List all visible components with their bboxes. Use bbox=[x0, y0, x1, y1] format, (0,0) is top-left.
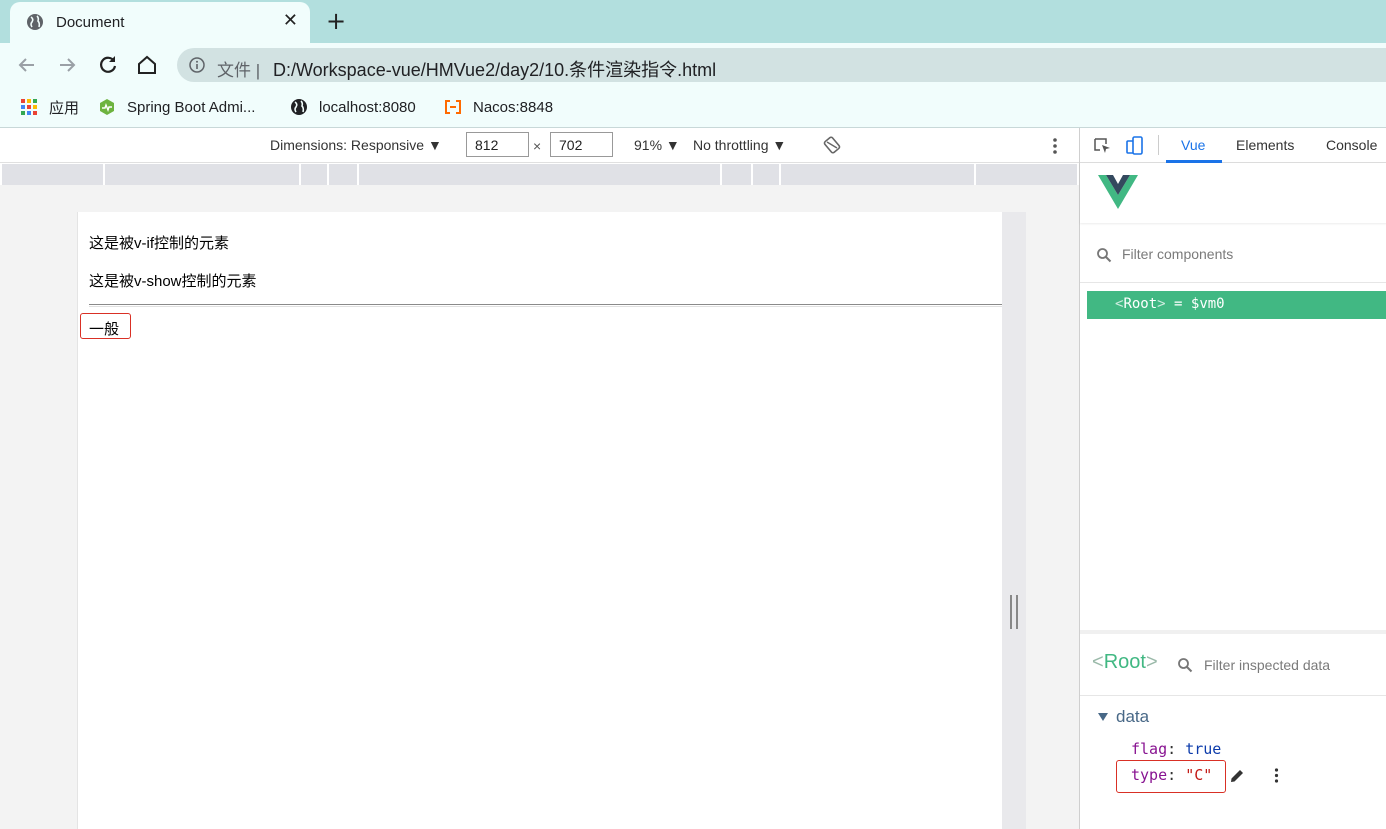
search-icon bbox=[1178, 658, 1193, 673]
home-icon[interactable] bbox=[135, 53, 159, 77]
prop-value[interactable]: true bbox=[1185, 740, 1221, 758]
nacos-icon bbox=[445, 100, 461, 114]
viewport-resize-handle[interactable] bbox=[1010, 595, 1018, 629]
root-component-name: Root bbox=[1123, 296, 1158, 312]
ruler-divider bbox=[720, 164, 722, 185]
new-tab-button[interactable]: + bbox=[326, 7, 346, 35]
filter-components-placeholder: Filter components bbox=[1122, 246, 1234, 262]
zoom-dropdown[interactable]: 91% ▼ bbox=[634, 137, 680, 153]
horizontal-rule bbox=[89, 304, 1003, 307]
highlight-box bbox=[1116, 760, 1226, 793]
vue-logo-icon bbox=[1098, 175, 1138, 209]
rotate-icon[interactable] bbox=[823, 136, 841, 154]
search-icon bbox=[1097, 248, 1112, 263]
throttling-dropdown[interactable]: No throttling ▼ bbox=[693, 137, 786, 153]
reload-icon[interactable] bbox=[96, 53, 120, 77]
collapse-arrow-icon[interactable] bbox=[1098, 713, 1108, 721]
ruler-divider bbox=[103, 164, 105, 185]
filter-data-input[interactable]: Filter inspected data bbox=[1204, 657, 1330, 673]
component-tree-root[interactable]: <Root> = $vm0 bbox=[1087, 291, 1386, 319]
tab-strip: Document ✕ + bbox=[0, 0, 1386, 43]
devtools-panel: Vue Elements Console Filter components <… bbox=[1079, 128, 1386, 829]
bookmark-nacos[interactable]: Nacos:8848 bbox=[444, 97, 553, 117]
type-result-text: 一般 bbox=[80, 313, 131, 339]
forward-icon[interactable] bbox=[55, 53, 79, 77]
ruler-divider bbox=[779, 164, 781, 185]
bookmark-label: 应用 bbox=[49, 99, 80, 117]
bookmark-label: Nacos:8848 bbox=[473, 98, 554, 116]
width-input[interactable]: 812 bbox=[466, 132, 529, 157]
bookmark-label: localhost:8080 bbox=[319, 98, 416, 116]
inspector-header: <Root> Filter inspected data bbox=[1080, 634, 1386, 696]
bookmark-apps[interactable]: 应用 bbox=[20, 97, 79, 117]
tab-console[interactable]: Console bbox=[1326, 137, 1377, 153]
back-icon[interactable] bbox=[15, 53, 39, 77]
root-vm-label: = $vm0 bbox=[1174, 296, 1225, 312]
media-query-ruler[interactable] bbox=[2, 164, 1077, 185]
url-text[interactable]: D:/Workspace-vue/HMVue2/day2/10.条件渲染指令.h… bbox=[273, 56, 716, 82]
dimensions-dropdown[interactable]: Dimensions: Responsive ▼ bbox=[270, 137, 442, 153]
ruler-divider bbox=[327, 164, 329, 185]
device-toggle-icon[interactable] bbox=[1125, 136, 1145, 156]
ruler-divider bbox=[299, 164, 301, 185]
v-show-text: 这是被v-show控制的元素 bbox=[89, 273, 257, 290]
tab-separator bbox=[1158, 135, 1159, 155]
viewport-resizer-track bbox=[1002, 212, 1026, 829]
v-if-text: 这是被v-if控制的元素 bbox=[89, 235, 229, 252]
info-icon[interactable] bbox=[189, 57, 205, 73]
url-scheme: 文件 | bbox=[217, 61, 261, 80]
times-sign: × bbox=[533, 138, 542, 154]
bookmark-label: Spring Boot Admi... bbox=[127, 98, 256, 116]
browser-tab[interactable]: Document ✕ bbox=[10, 2, 310, 43]
device-toolbar: Dimensions: Responsive ▼ 812 × 702 91% ▼… bbox=[0, 128, 1079, 163]
inspect-element-icon[interactable] bbox=[1092, 136, 1112, 156]
data-section-title[interactable]: data bbox=[1116, 707, 1149, 727]
devtools-tabbar: Vue Elements Console bbox=[1080, 128, 1386, 163]
address-bar[interactable]: 文件 | D:/Workspace-vue/HMVue2/day2/10.条件渲… bbox=[177, 48, 1386, 82]
emulated-page: 这是被v-if控制的元素 这是被v-show控制的元素 一般 bbox=[77, 212, 1003, 829]
bookmarks-bar: 应用 Spring Boot Admi... localhost:8080 Na… bbox=[0, 87, 1386, 128]
inspected-component-name: <Root> bbox=[1092, 651, 1158, 673]
browser-toolbar: 文件 | D:/Workspace-vue/HMVue2/day2/10.条件渲… bbox=[0, 43, 1386, 87]
globe-icon bbox=[291, 99, 307, 115]
close-tab-icon[interactable]: ✕ bbox=[283, 11, 298, 31]
vue-devtools-header bbox=[1080, 163, 1386, 223]
spring-boot-admin-icon bbox=[100, 99, 114, 115]
bookmark-spring-boot-admin[interactable]: Spring Boot Admi... bbox=[98, 97, 255, 117]
more-options-icon[interactable] bbox=[1052, 137, 1058, 155]
ruler-divider bbox=[357, 164, 359, 185]
component-filter[interactable]: Filter components bbox=[1080, 228, 1386, 283]
ruler-divider bbox=[751, 164, 753, 185]
ruler-divider bbox=[974, 164, 976, 185]
tab-title: Document bbox=[56, 14, 125, 31]
tab-vue[interactable]: Vue bbox=[1181, 137, 1205, 153]
more-actions-icon[interactable] bbox=[1274, 768, 1279, 783]
edit-pencil-icon[interactable] bbox=[1228, 767, 1246, 785]
prop-flag: flag: true bbox=[1131, 740, 1222, 758]
tab-elements[interactable]: Elements bbox=[1236, 137, 1294, 153]
height-input[interactable]: 702 bbox=[550, 132, 613, 157]
apps-grid-icon bbox=[21, 99, 37, 115]
bookmark-localhost[interactable]: localhost:8080 bbox=[290, 97, 416, 117]
globe-icon bbox=[27, 14, 43, 30]
